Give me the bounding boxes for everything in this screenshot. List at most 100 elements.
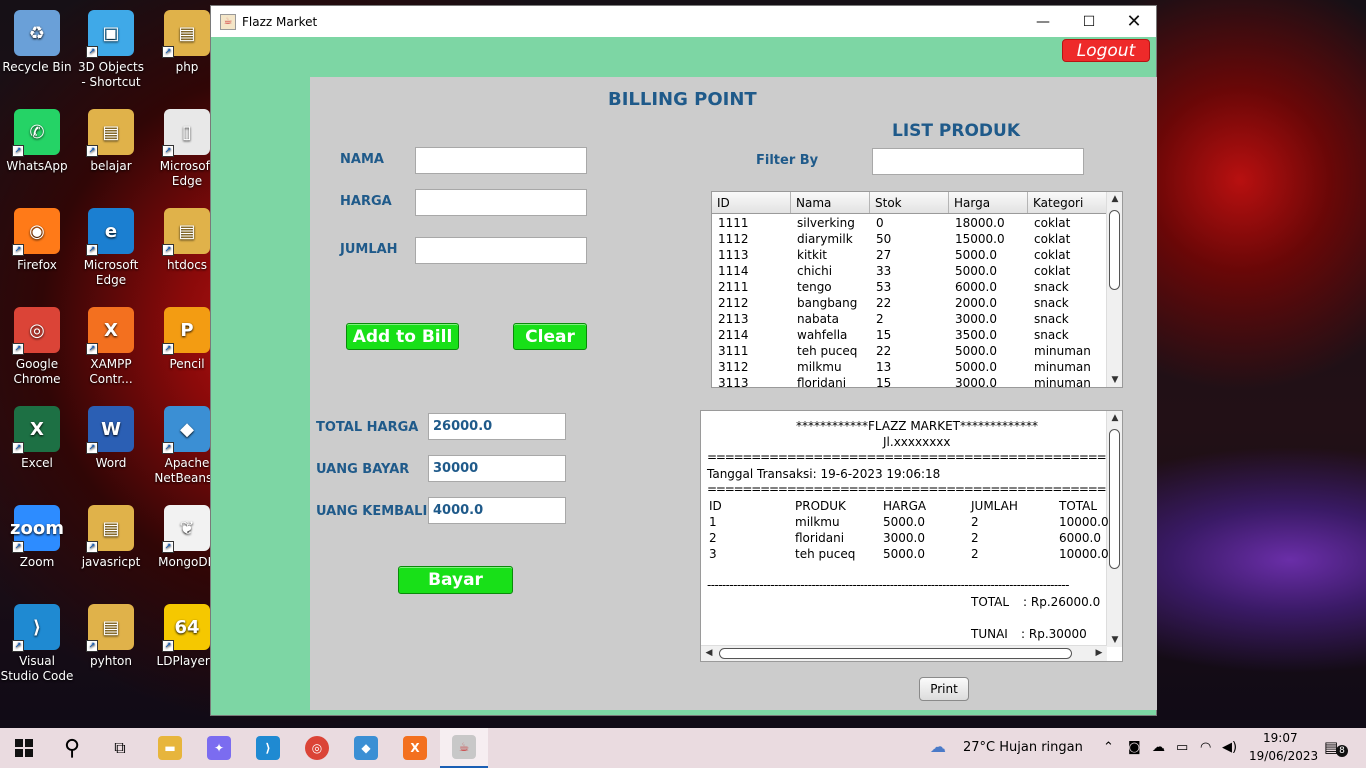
column-header[interactable]: Kategori: [1028, 192, 1107, 213]
table-cell: 5000.0: [955, 248, 997, 262]
chrome-taskbar-icon[interactable]: ◎: [293, 728, 341, 768]
scroll-left-icon[interactable]: ◀: [701, 648, 717, 658]
filter-input[interactable]: [872, 148, 1084, 175]
receipt-column-header: PRODUK: [795, 499, 846, 513]
desktop-icon[interactable]: ▣ ↗ 3D Objects - Shortcut: [74, 4, 148, 90]
receipt-vscrollbar[interactable]: ▲ ▼: [1106, 411, 1122, 647]
chevron-up-icon[interactable]: ⌃: [1103, 740, 1114, 755]
column-header[interactable]: ID: [712, 192, 791, 213]
column-header[interactable]: Stok: [870, 192, 949, 213]
table-row[interactable]: 1112 diarymilk 50 15000.0 coklat: [712, 231, 1107, 247]
receipt-item-cell: 5000.0: [883, 547, 925, 561]
cloud-icon[interactable]: ☁: [1152, 740, 1165, 755]
weather-text[interactable]: 27°C Hujan ringan: [963, 740, 1083, 755]
xampp-taskbar-icon[interactable]: X: [391, 728, 439, 768]
table-row[interactable]: 1111 silverking 0 18000.0 coklat: [712, 215, 1107, 231]
total-harga-label: TOTAL HARGA: [316, 420, 419, 435]
nama-input[interactable]: [415, 147, 587, 174]
desktop-icon[interactable]: ◉ ↗ Firefox: [0, 202, 74, 273]
column-header[interactable]: Nama: [791, 192, 870, 213]
desktop-icon[interactable]: X ↗ XAMPP Contr...: [74, 301, 148, 387]
desktop-icon[interactable]: e ↗ Microsoft Edge: [74, 202, 148, 288]
desktop-icon[interactable]: zoom ↗ Zoom: [0, 499, 74, 570]
java-taskbar-icon[interactable]: ☕: [440, 728, 488, 768]
desktop-icon[interactable]: ✆ ↗ WhatsApp: [0, 103, 74, 174]
file-explorer-icon[interactable]: ▬: [146, 728, 194, 768]
table-cell: 50: [876, 232, 892, 246]
scrollbar-thumb[interactable]: [1109, 210, 1120, 290]
harga-input[interactable]: [415, 189, 587, 216]
start-button[interactable]: [0, 728, 48, 768]
bayar-button[interactable]: Bayar: [398, 566, 513, 594]
total-harga-field[interactable]: 26000.0: [428, 413, 566, 440]
table-scrollbar[interactable]: ▲ ▼: [1106, 192, 1122, 387]
desktop-icon-label: Microsoft Edge: [83, 258, 139, 287]
list-produk-heading: LIST PRODUK: [892, 121, 1021, 141]
table-cell: coklat: [1034, 232, 1071, 246]
add-to-bill-button[interactable]: Add to Bill: [346, 323, 459, 350]
receipt-textarea[interactable]: ************FLAZZ MARKET************* Jl…: [700, 410, 1123, 662]
close-button[interactable]: ✕: [1111, 6, 1157, 37]
vscode-taskbar-icon[interactable]: ⟩: [244, 728, 292, 768]
wifi-icon[interactable]: ◠: [1200, 740, 1211, 755]
table-row[interactable]: 2113 nabata 2 3000.0 snack: [712, 311, 1107, 327]
logout-button[interactable]: Logout: [1062, 39, 1150, 62]
minimize-button[interactable]: —: [1020, 6, 1066, 37]
scroll-up-icon[interactable]: ▲: [1107, 194, 1122, 204]
shortcut-arrow-icon: ↗: [162, 343, 174, 355]
scroll-right-icon[interactable]: ▶: [1091, 648, 1107, 658]
volume-icon[interactable]: ◀): [1222, 740, 1237, 755]
desktop-icon[interactable]: ◎ ↗ Google Chrome: [0, 301, 74, 387]
table-row[interactable]: 3113 floridani 15 3000.0 minuman: [712, 375, 1107, 387]
desktop-icon[interactable]: W ↗ Word: [74, 400, 148, 471]
desktop-icon[interactable]: X ↗ Excel: [0, 400, 74, 471]
window-titlebar[interactable]: ☕ Flazz Market — ☐ ✕: [211, 6, 1156, 37]
app-icon: ◆ ↗: [162, 406, 210, 454]
scrollbar-thumb[interactable]: [719, 648, 1072, 659]
copilot-icon[interactable]: ✦: [195, 728, 243, 768]
scroll-down-icon[interactable]: ▼: [1107, 375, 1122, 385]
table-cell: coklat: [1034, 248, 1071, 262]
scroll-up-icon[interactable]: ▲: [1107, 413, 1122, 423]
search-icon[interactable]: ⚲: [48, 728, 96, 768]
table-row[interactable]: 2112 bangbang 22 2000.0 snack: [712, 295, 1107, 311]
maximize-button[interactable]: ☐: [1066, 6, 1112, 37]
table-row[interactable]: 2111 tengo 53 6000.0 snack: [712, 279, 1107, 295]
netbeans-taskbar-icon[interactable]: ◆: [342, 728, 390, 768]
scroll-down-icon[interactable]: ▼: [1107, 635, 1122, 645]
clock-date[interactable]: 19/06/2023: [1249, 749, 1318, 763]
desktop-icon[interactable]: ▤ ↗ pyhton: [74, 598, 148, 669]
table-row[interactable]: 3112 milkmu 13 5000.0 minuman: [712, 359, 1107, 375]
clock-time[interactable]: 19:07: [1263, 731, 1298, 745]
app-icon: X ↗: [12, 406, 60, 454]
receipt-item-cell: 3000.0: [883, 531, 925, 545]
table-cell: chichi: [797, 264, 833, 278]
scrollbar-thumb[interactable]: [1109, 429, 1120, 569]
jumlah-input[interactable]: [415, 237, 587, 264]
uang-kembali-field[interactable]: 4000.0: [428, 497, 566, 524]
table-row[interactable]: 1114 chichi 33 5000.0 coklat: [712, 263, 1107, 279]
table-row[interactable]: 1113 kitkit 27 5000.0 coklat: [712, 247, 1107, 263]
table-cell: 1113: [718, 248, 749, 262]
desktop-icon[interactable]: ▤ ↗ belajar: [74, 103, 148, 174]
table-header: ID Nama Stok Harga Kategori: [712, 192, 1107, 214]
table-cell: diarymilk: [797, 232, 853, 246]
table-row[interactable]: 3111 teh puceq 22 5000.0 minuman: [712, 343, 1107, 359]
shortcut-arrow-icon: ↗: [162, 541, 174, 553]
desktop-icon[interactable]: ⟩ ↗ Visual Studio Code: [0, 598, 74, 684]
table-cell: 5000.0: [955, 360, 997, 374]
taskbar: ⚲ ⧉ ▬ ✦ ⟩ ◎ ◆ X ☕ ☁ 27°C Hujan ringan ⌃ …: [0, 728, 1366, 768]
weather-icon[interactable]: ☁: [930, 737, 946, 756]
column-header[interactable]: Harga: [949, 192, 1028, 213]
print-button[interactable]: Print: [919, 677, 969, 701]
table-row[interactable]: 2114 wahfella 15 3500.0 snack: [712, 327, 1107, 343]
camera-icon[interactable]: ◙: [1128, 740, 1141, 755]
desktop-icon[interactable]: ♻ Recycle Bin: [0, 4, 74, 75]
receipt-hscrollbar[interactable]: ◀ ▶: [701, 645, 1107, 661]
desktop-icon[interactable]: ▤ ↗ javasricpt: [74, 499, 148, 570]
uang-bayar-field[interactable]: 30000: [428, 455, 566, 482]
task-view-icon[interactable]: ⧉: [96, 728, 144, 768]
product-table[interactable]: ID Nama Stok Harga Kategori 1111 silverking 0 1…: [711, 191, 1123, 388]
clear-button[interactable]: Clear: [513, 323, 587, 350]
battery-icon[interactable]: ▭: [1176, 740, 1188, 755]
